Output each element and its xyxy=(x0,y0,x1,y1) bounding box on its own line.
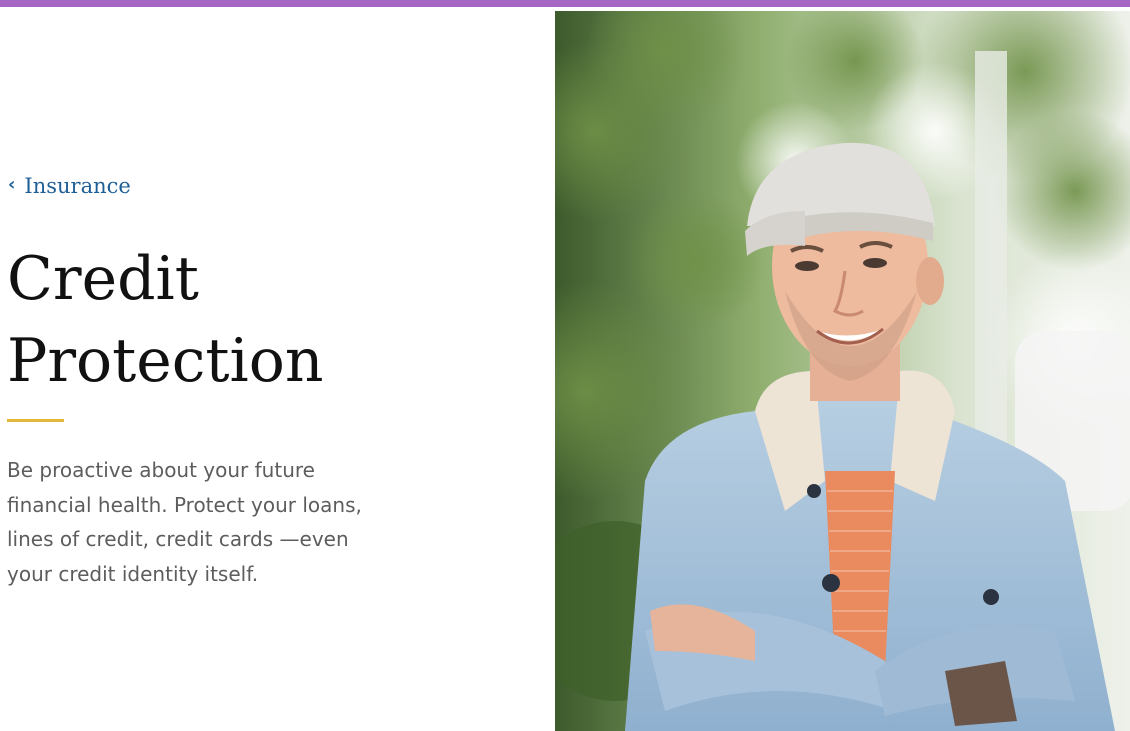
description-line: lines of credit, credit cards —even xyxy=(7,527,349,551)
page-description: Be proactive about your future financial… xyxy=(7,453,397,591)
description-line: Be proactive about your future xyxy=(7,458,315,482)
title-divider xyxy=(7,419,64,422)
breadcrumb-back-link[interactable]: ‹ Insurance xyxy=(8,174,131,198)
page-title-line-1: Credit xyxy=(7,244,199,314)
description-line: your credit identity itself. xyxy=(7,561,259,586)
content-panel: ‹ Insurance Credit Protection Be proacti… xyxy=(0,7,555,731)
breadcrumb-label: Insurance xyxy=(24,174,131,198)
hero-photo xyxy=(555,11,1130,731)
hero-photo-illustration xyxy=(555,11,1130,731)
page-title: Credit Protection xyxy=(7,238,527,402)
page-title-line-2: Protection xyxy=(7,326,324,396)
top-accent-bar xyxy=(0,0,1130,7)
description-line: financial health. Protect your loans, xyxy=(7,492,362,517)
chevron-left-icon: ‹ xyxy=(8,174,16,195)
